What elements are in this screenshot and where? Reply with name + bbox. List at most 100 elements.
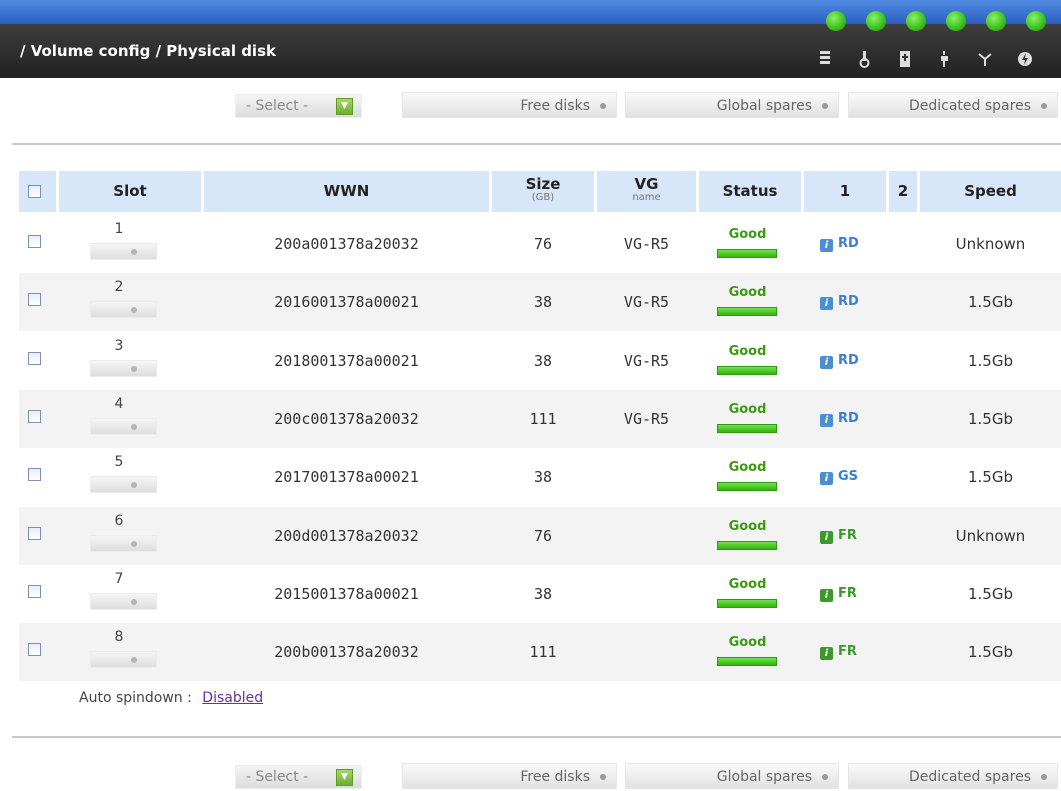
row-checkbox[interactable] [28,235,41,248]
free-disks-bottom-dot-icon [600,774,606,780]
col-wwn[interactable]: WWN [204,171,489,212]
disk-stack-icon[interactable] [816,50,834,68]
action-select-bottom-label: - Select - [246,769,309,785]
global-spares-button[interactable]: Global spares [625,92,839,118]
slot-led-icon [131,249,137,255]
col-status[interactable]: Status [699,171,801,212]
action-select-bottom[interactable]: - Select - ▼ [235,765,362,789]
disk-role[interactable]: i RD [820,273,859,331]
col-2[interactable]: 2 [889,171,917,212]
col-size-unit: (GB) [531,192,555,203]
chevron-down-icon[interactable]: ▼ [336,98,353,115]
status-cell: Good [715,565,780,623]
info-icon[interactable]: i [820,531,833,544]
slot-led-icon [131,366,137,372]
free-disks-button-bottom[interactable]: Free disks [402,763,617,789]
info-icon[interactable]: i [820,356,833,369]
row-checkbox[interactable] [28,352,41,365]
chevron-down-icon[interactable]: ▼ [336,769,353,786]
status-led-2 [866,11,886,31]
slot-locate-button[interactable] [90,535,157,552]
row-checkbox[interactable] [28,468,41,481]
disk-role[interactable]: i RD [820,332,859,390]
col-slot[interactable]: Slot [59,171,201,212]
disk-role[interactable]: i FR [820,565,857,623]
disk-role[interactable]: i FR [820,507,857,565]
power-supply-icon[interactable] [896,50,914,68]
wwn-cell: 2018001378a00021 [274,352,419,370]
slot-locate-button[interactable] [90,360,157,377]
temperature-icon[interactable] [856,50,874,68]
dedicated-spares-button-bottom[interactable]: Dedicated spares [848,763,1058,789]
info-icon[interactable]: i [820,297,833,310]
fan-icon[interactable] [976,50,994,68]
col-speed[interactable]: Speed [920,171,1061,212]
slot-locate-button[interactable] [90,651,157,668]
row-checkbox[interactable] [28,527,41,540]
vg-cell [597,623,696,681]
top-header: / Volume config / Physical disk [0,0,1061,78]
voltage-icon[interactable] [936,50,954,68]
status-cell: Good [715,623,780,681]
health-bar [717,424,777,433]
global-spares-dot-icon [822,103,828,109]
global-spares-bottom-dot-icon [822,774,828,780]
status-cell: Good [715,215,780,273]
dedicated-spares-bottom-label: Dedicated spares [908,769,1031,785]
row-checkbox[interactable] [28,643,41,656]
action-select[interactable]: - Select - ▼ [235,94,362,118]
col-size[interactable]: Size (GB) [492,171,594,212]
table-row[interactable]: 6 200d001378a20032 76 Good i FR Unknown [19,507,1061,565]
slot-number: 8 [114,629,124,645]
slot-number: 3 [114,338,124,354]
info-icon[interactable]: i [820,414,833,427]
slot-locate-button[interactable] [90,476,157,493]
speed-cell: Unknown [955,235,1026,253]
col-vg[interactable]: VG name [597,171,696,212]
slot-number: 7 [114,571,124,587]
top-toolbar: - Select - ▼ Free disks Global spares De… [0,92,1061,120]
slot-locate-button[interactable] [90,301,157,318]
dedicated-spares-button[interactable]: Dedicated spares [848,92,1058,118]
free-disks-button[interactable]: Free disks [402,92,617,118]
info-icon[interactable]: i [820,472,833,485]
info-icon[interactable]: i [820,589,833,602]
vg-cell [597,448,696,506]
table-row[interactable]: 1 200a001378a20032 76 VG-R5 Good i RD Unknown [19,215,1061,273]
disk-role[interactable]: i GS [820,448,858,506]
row-checkbox[interactable] [28,585,41,598]
speed-cell: 1.5Gb [968,352,1013,370]
slot-number: 1 [114,221,124,237]
size-cell: 76 [533,235,553,253]
select-all-checkbox[interactable] [28,185,41,198]
global-spares-button-bottom[interactable]: Global spares [625,763,839,789]
slot-locate-button[interactable] [90,593,157,610]
info-icon[interactable]: i [820,647,833,660]
disk-role[interactable]: i RD [820,390,859,448]
disk-role[interactable]: i RD [820,215,859,273]
ups-icon[interactable] [1016,50,1034,68]
table-row[interactable]: 8 200b001378a20032 111 Good i FR 1.5Gb [19,623,1061,681]
table-row[interactable]: 4 200c001378a20032 111 VG-R5 Good i RD 1.5Gb [19,390,1061,448]
auto-spindown-link[interactable]: Disabled [202,690,263,706]
info-icon[interactable]: i [820,239,833,252]
slot-number: 5 [114,454,124,470]
table-row[interactable]: 2 2016001378a00021 38 VG-R5 Good i RD 1.5Gb [19,273,1061,331]
col-1[interactable]: 1 [804,171,886,212]
row-checkbox[interactable] [28,293,41,306]
slot-locate-button[interactable] [90,243,157,260]
status-cell: Good [715,332,780,390]
size-cell: 76 [533,527,553,545]
disk-role-label: FR [838,586,857,601]
slot-led-icon [131,657,137,663]
disk-role-label: RD [838,236,859,251]
table-row[interactable]: 5 2017001378a00021 38 Good i GS 1.5Gb [19,448,1061,506]
disk-role[interactable]: i FR [820,623,857,681]
speed-cell: Unknown [955,527,1026,545]
vg-cell: VG-R5 [623,352,670,370]
table-row[interactable]: 3 2018001378a00021 38 VG-R5 Good i RD 1.5Gb [19,332,1061,390]
table-row[interactable]: 7 2015001378a00021 38 Good i FR 1.5Gb [19,565,1061,623]
slot-led-icon [131,482,137,488]
slot-locate-button[interactable] [90,418,157,435]
row-checkbox[interactable] [28,410,41,423]
